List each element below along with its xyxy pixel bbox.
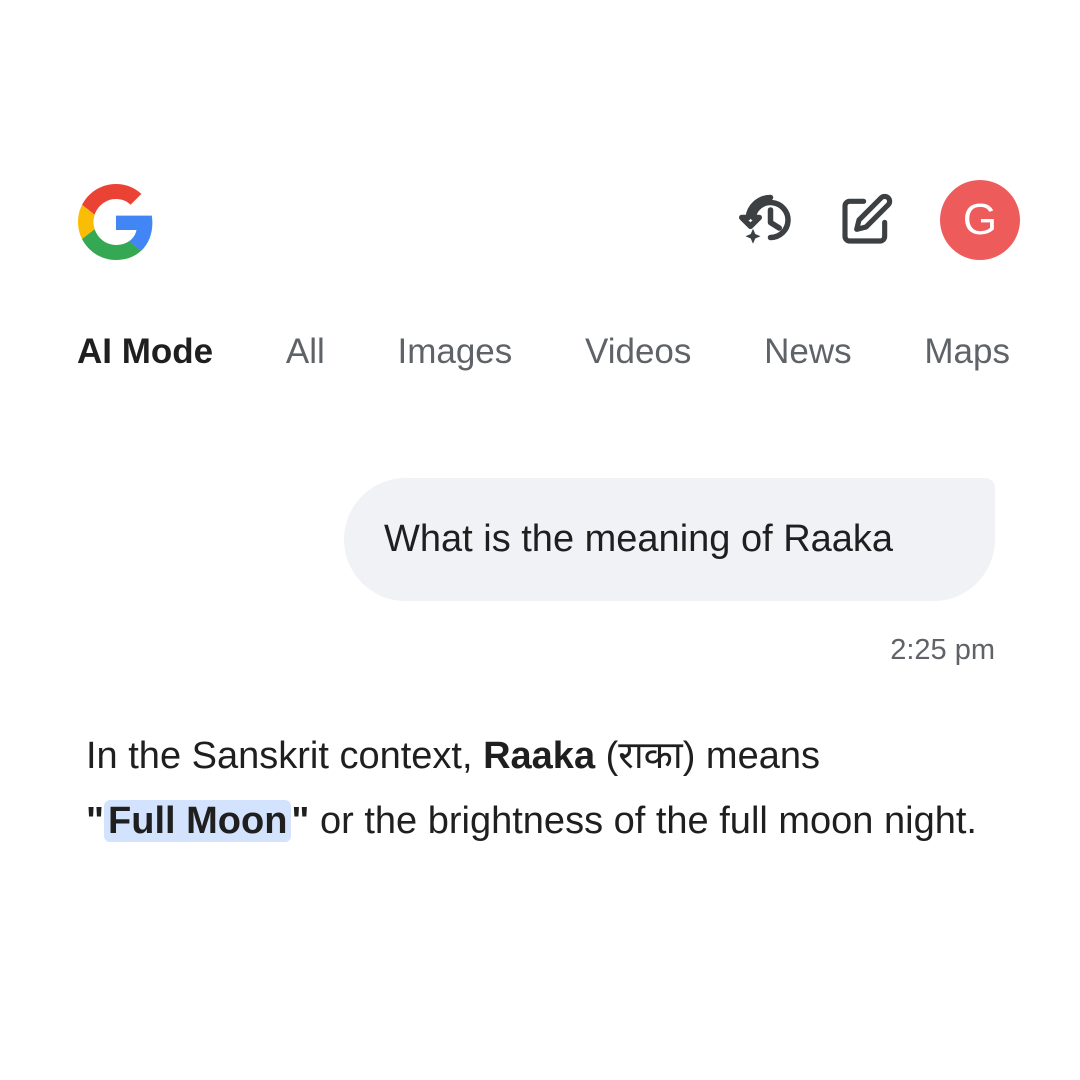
search-mode-tabs: AI Mode All Images Videos News Maps (77, 328, 1010, 376)
tab-ai-mode[interactable]: AI Mode (77, 332, 213, 372)
tab-news[interactable]: News (764, 332, 852, 372)
answer-term: Raaka (483, 735, 596, 777)
user-query-bubble: What is the meaning of Raaka (344, 478, 995, 601)
quote-close: " (291, 800, 310, 842)
answer-highlight: Full Moon (104, 800, 292, 842)
answer-text-rest: or the brightness of the full moon night… (309, 800, 977, 842)
tab-images[interactable]: Images (397, 332, 512, 372)
ai-answer: In the Sanskrit context, Raaka (राका) me… (86, 724, 1016, 854)
new-chat-button[interactable] (834, 188, 898, 252)
user-query-text: What is the meaning of Raaka (384, 518, 894, 560)
edit-icon (842, 193, 893, 244)
account-avatar[interactable]: G (940, 180, 1020, 260)
answer-text-intro: In the Sanskrit context, (86, 735, 484, 777)
answer-text-devanagari: (राका) means (595, 735, 820, 777)
tab-videos[interactable]: Videos (585, 332, 691, 372)
message-timestamp: 2:25 pm (890, 634, 995, 666)
tab-all[interactable]: All (286, 332, 325, 372)
history-icon (739, 194, 791, 244)
tab-maps[interactable]: Maps (924, 332, 1010, 372)
google-logo[interactable] (78, 184, 154, 260)
header-actions: G (736, 180, 1020, 260)
google-g-icon (78, 184, 153, 260)
history-button[interactable] (736, 188, 800, 252)
quote-open: " (86, 800, 105, 842)
avatar-letter: G (962, 195, 998, 244)
